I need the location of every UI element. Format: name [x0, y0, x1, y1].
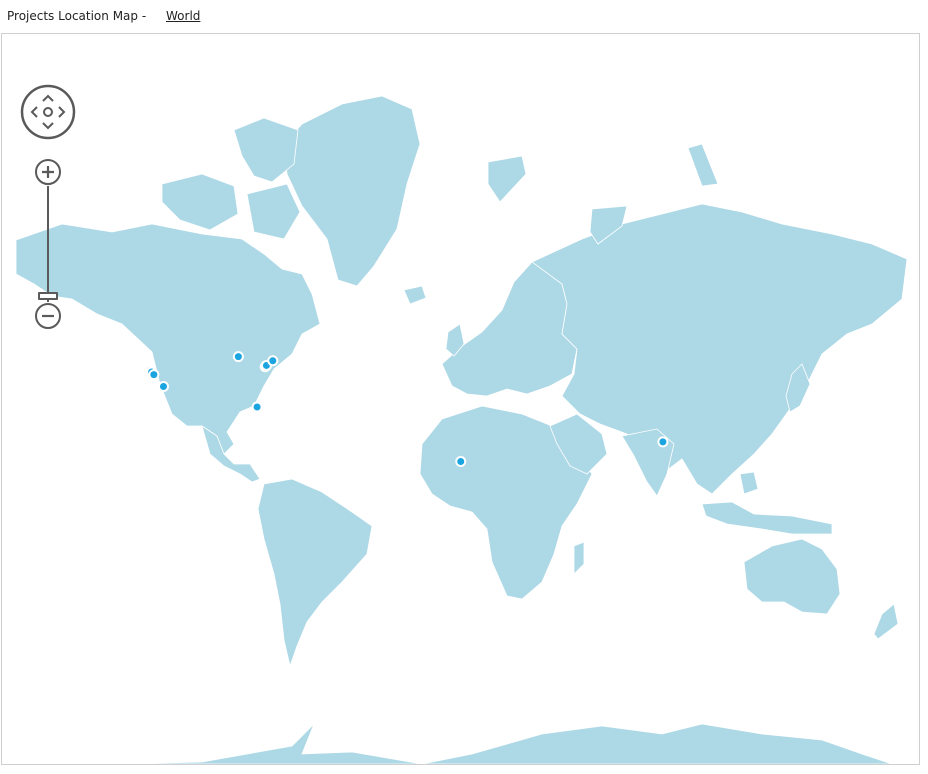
zoom-out-button[interactable] [34, 302, 62, 330]
project-location-marker[interactable] [234, 353, 242, 361]
central-america [201, 425, 261, 483]
zoom-in-button[interactable] [34, 158, 62, 186]
north-america [15, 223, 321, 455]
pan-control[interactable] [20, 84, 76, 140]
project-location-marker[interactable] [150, 371, 158, 379]
breadcrumb-world-link[interactable]: World [166, 9, 200, 23]
greenland [283, 95, 421, 287]
map-container[interactable] [1, 33, 920, 765]
page-title: Projects Location Map - [7, 9, 147, 23]
arctic-islands [161, 117, 301, 240]
project-location-marker[interactable] [457, 458, 465, 466]
antarctica [121, 723, 893, 764]
project-location-marker[interactable] [159, 383, 167, 391]
europe [441, 261, 578, 397]
page-header: Projects Location Map - World [7, 9, 200, 23]
project-location-marker[interactable] [659, 438, 667, 446]
project-location-marker[interactable] [253, 403, 261, 411]
landmass-layer [15, 95, 908, 764]
australia [743, 538, 841, 615]
pan-ring[interactable] [20, 84, 76, 140]
zoom-slider-thumb[interactable] [38, 292, 58, 300]
project-location-marker[interactable] [269, 357, 277, 365]
madagascar [573, 541, 585, 575]
south-america [257, 478, 373, 668]
world-map[interactable] [2, 34, 919, 764]
zoom-slider-track[interactable] [47, 186, 49, 302]
iceland [403, 285, 427, 305]
new-zealand [873, 603, 899, 640]
